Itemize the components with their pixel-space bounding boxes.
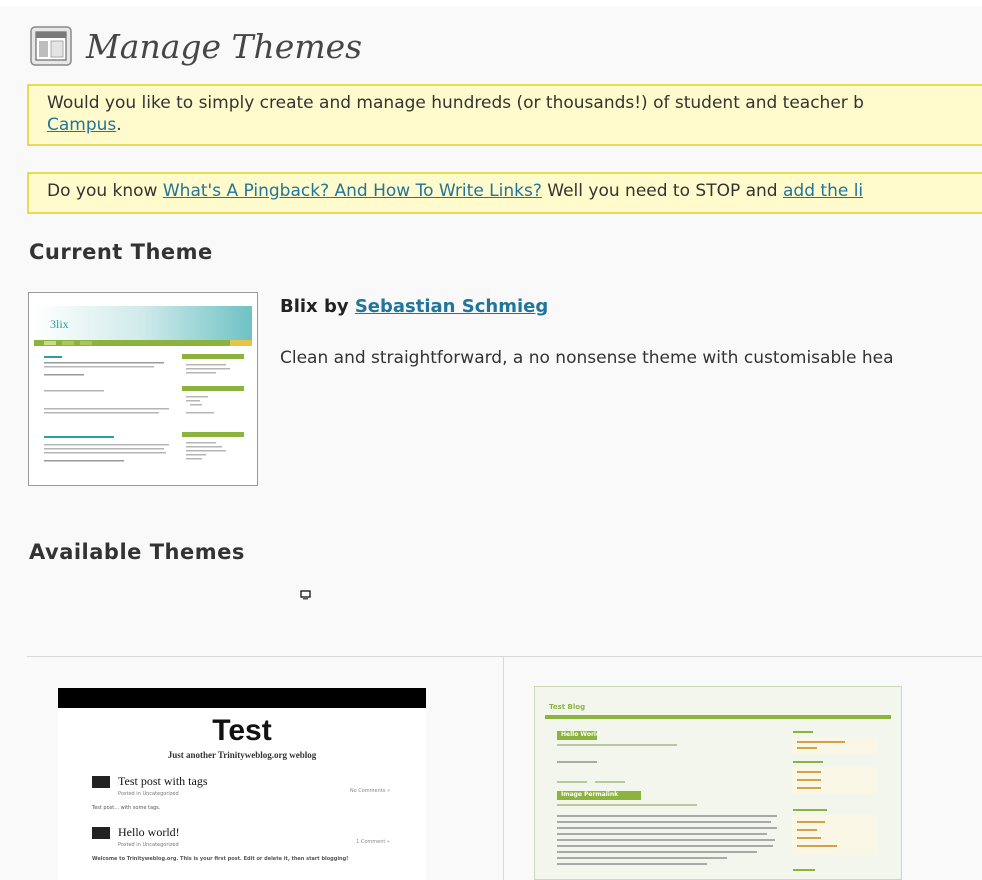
theme-author-link[interactable]: Sebastian Schmieg (355, 296, 548, 317)
available-theme-thumbnail[interactable]: Test Blog Hello World Image Permalink (534, 686, 902, 880)
notice-pingback: Do you know What's A Pingback? And How T… (27, 172, 982, 214)
notice-pingback-text: Do you know (47, 181, 163, 201)
theme-post-excerpt: Welcome to Trinityweblog.org. This is yo… (92, 856, 349, 862)
notice-pingback-middle: Well you need to STOP and (541, 181, 783, 201)
theme-blog-tagline: Just another Trinityweblog.org weblog (167, 750, 317, 760)
theme-blog-title: Test (212, 714, 272, 747)
available-theme-thumbnail[interactable]: Test Just another Trinityweblog.org webl… (58, 688, 426, 880)
theme-blog-title: Test Blog (549, 703, 586, 711)
theme-post-excerpt: Test post... with some tags. (92, 805, 161, 811)
calendar-icon (92, 776, 110, 788)
theme-post-title: Hello world! (118, 825, 180, 839)
theme-post-comments: No Comments » (349, 788, 390, 794)
current-theme-by: by (317, 296, 355, 317)
pingback-link[interactable]: What's A Pingback? And How To Write Link… (163, 181, 542, 201)
current-theme-description: Clean and straightforward, a no nonsense… (280, 348, 894, 368)
themes-grid-divider (27, 656, 982, 657)
add-links-link[interactable]: add the li (783, 181, 863, 201)
top-strip (0, 0, 982, 6)
themes-column-divider (503, 657, 504, 880)
themes-page-icon (30, 26, 72, 66)
current-theme-heading: Current Theme (29, 240, 213, 264)
theme-post-preview: Hello world! Posted in Uncategorized 1 C… (92, 825, 426, 862)
notice-campus: Would you like to simply create and mana… (27, 84, 982, 146)
current-theme-title: Blix (280, 296, 318, 317)
page-title: Manage Themes (86, 26, 363, 66)
campus-link[interactable]: Campus (47, 115, 116, 135)
theme-post-title: Image Permalink (561, 791, 619, 798)
current-theme-screenshot: 3lix (28, 292, 258, 486)
theme-post-comments: 1 Comment » (356, 839, 390, 845)
page-header: Manage Themes (30, 22, 362, 70)
available-themes-heading: Available Themes (29, 540, 245, 564)
svg-text:3lix: 3lix (50, 317, 69, 331)
current-theme-name: Blix by Sebastian Schmieg (280, 296, 548, 317)
notice-campus-text: Would you like to simply create and mana… (47, 93, 864, 113)
mouse-cursor-icon (300, 590, 311, 600)
calendar-icon (92, 827, 110, 839)
theme-header-bar (58, 688, 426, 708)
theme-post-preview: Test post with tags Posted in Uncategori… (92, 774, 426, 811)
theme-post-title: Hello World (561, 731, 601, 738)
theme-post-title: Test post with tags (118, 774, 208, 788)
notice-campus-end: . (116, 115, 122, 135)
